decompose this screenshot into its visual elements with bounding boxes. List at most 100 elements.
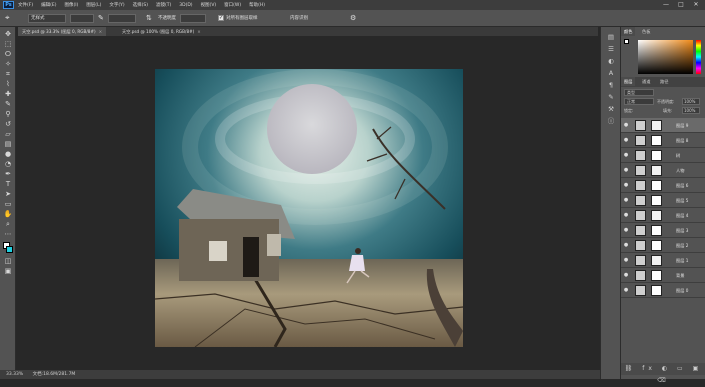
tab-channels[interactable]: 通道	[639, 77, 653, 86]
layer-row[interactable]: ● 图层 2	[621, 238, 705, 253]
minimize-button[interactable]: —	[660, 1, 672, 9]
layer-mask-thumbnail[interactable]	[651, 135, 662, 146]
background-color-swatch[interactable]	[6, 246, 13, 253]
menu-edit[interactable]: 编辑(E)	[41, 2, 56, 8]
pen-tool-icon[interactable]: ✒	[3, 170, 13, 179]
spot-heal-tool-icon[interactable]: ⌖	[5, 13, 10, 23]
menu-3d[interactable]: 3D(D)	[179, 3, 192, 8]
type-tool-icon[interactable]: T	[3, 180, 13, 189]
visibility-eye-icon[interactable]: ●	[623, 257, 629, 263]
tab-swatches[interactable]: 色板	[639, 27, 653, 36]
menu-select[interactable]: 选择(S)	[133, 2, 148, 8]
paragraph-panel-icon[interactable]: ¶	[606, 81, 616, 90]
brush-icon[interactable]: ✎	[98, 15, 104, 22]
visibility-eye-icon[interactable]: ●	[623, 272, 629, 278]
mode-field[interactable]	[108, 14, 136, 23]
layer-row[interactable]: ● 图层 5	[621, 193, 705, 208]
visibility-eye-icon[interactable]: ●	[623, 242, 629, 248]
style-select[interactable]: 无样式	[28, 14, 66, 23]
layer-mask-thumbnail[interactable]	[651, 210, 662, 221]
tab-layers[interactable]: 图层	[621, 77, 636, 86]
eyedropper-tool-icon[interactable]: ⌇	[3, 80, 13, 89]
menu-view[interactable]: 视图(V)	[201, 2, 217, 8]
maximize-button[interactable]: □	[675, 1, 687, 9]
brush-size-field[interactable]	[70, 14, 94, 23]
layer-row[interactable]: ● 图层 6	[621, 178, 705, 193]
adjustments-panel-icon[interactable]: ◐	[606, 57, 616, 66]
visibility-eye-icon[interactable]: ●	[623, 227, 629, 233]
pressure-icon[interactable]: ⚙	[350, 15, 356, 22]
layer-mask-thumbnail[interactable]	[651, 150, 662, 161]
move-tool-icon[interactable]: ✥	[3, 30, 13, 39]
visibility-eye-icon[interactable]: ●	[623, 197, 629, 203]
tab-document-2[interactable]: 天空.psd @ 100% (图层 0, RGB/8#) ×	[118, 27, 205, 36]
aligned-tool-icon[interactable]: ⇅	[146, 15, 152, 22]
healing-tool-icon[interactable]: ✚	[3, 90, 13, 99]
tab-close-icon[interactable]: ×	[99, 29, 103, 34]
menu-file[interactable]: 文件(F)	[18, 2, 33, 8]
layer-kind-filter[interactable]: 类型	[624, 89, 654, 96]
opacity-field[interactable]	[180, 14, 206, 23]
layer-mask-thumbnail[interactable]	[651, 255, 662, 266]
tab-color[interactable]: 颜色	[621, 27, 636, 36]
fg-color-chip[interactable]	[624, 39, 629, 44]
brush-tool-icon[interactable]: ✎	[3, 100, 13, 109]
character-panel-icon[interactable]: A	[606, 69, 616, 78]
history-brush-tool-icon[interactable]: ↺	[3, 120, 13, 129]
tab-paths[interactable]: 路径	[657, 77, 671, 86]
blur-tool-icon[interactable]: ●	[3, 150, 13, 159]
marquee-tool-icon[interactable]: ⬚	[3, 40, 13, 49]
color-picker-field[interactable]	[638, 40, 693, 74]
tab-close-icon[interactable]: ×	[197, 29, 201, 34]
menu-window[interactable]: 窗口(W)	[224, 2, 241, 8]
blend-mode-select[interactable]: 正常	[624, 98, 654, 105]
layer-row[interactable]: ● 人物	[621, 163, 705, 178]
layer-row[interactable]: ● 树	[621, 148, 705, 163]
menu-layer[interactable]: 图层(L)	[86, 2, 101, 8]
path-select-tool-icon[interactable]: ➤	[3, 190, 13, 199]
history-panel-icon[interactable]: ▤	[606, 33, 616, 42]
layer-mask-thumbnail[interactable]	[651, 120, 662, 131]
layers-footer-icons[interactable]: ⛓ fx ◐ ▭ ▣ ⌫	[621, 363, 705, 384]
gradient-tool-icon[interactable]: ▤	[3, 140, 13, 149]
layer-opacity-field[interactable]: 100%	[682, 98, 700, 105]
visibility-eye-icon[interactable]: ●	[623, 152, 629, 158]
layer-row[interactable]: ● 图层 3	[621, 223, 705, 238]
layer-row[interactable]: ● 图层 9	[621, 118, 705, 133]
layer-fill-field[interactable]: 100%	[682, 107, 700, 114]
shape-tool-icon[interactable]: ▭	[3, 200, 13, 209]
crop-tool-icon[interactable]: ⌗	[3, 70, 13, 79]
sample-all-checkbox[interactable]: ✓	[218, 15, 224, 21]
visibility-eye-icon[interactable]: ●	[623, 182, 629, 188]
layer-mask-thumbnail[interactable]	[651, 270, 662, 281]
properties-panel-icon[interactable]: ☰	[606, 45, 616, 54]
layer-mask-thumbnail[interactable]	[651, 285, 662, 296]
layer-mask-thumbnail[interactable]	[651, 240, 662, 251]
brush-panel-icon[interactable]: ✎	[606, 93, 616, 102]
menu-image[interactable]: 图像(I)	[64, 2, 78, 8]
visibility-eye-icon[interactable]: ●	[623, 167, 629, 173]
layer-row[interactable]: ● 图层 1	[621, 253, 705, 268]
hue-slider[interactable]	[696, 40, 701, 74]
dodge-tool-icon[interactable]: ◔	[3, 160, 13, 169]
document-canvas[interactable]	[155, 69, 463, 347]
screen-mode-icon[interactable]: ▣	[3, 267, 13, 276]
menu-filter[interactable]: 滤镜(T)	[156, 2, 171, 8]
visibility-eye-icon[interactable]: ●	[623, 212, 629, 218]
tool-preset-icon[interactable]: ⚒	[606, 105, 616, 114]
layer-row[interactable]: ● 图层 8	[621, 133, 705, 148]
layer-mask-thumbnail[interactable]	[651, 180, 662, 191]
layer-mask-thumbnail[interactable]	[651, 165, 662, 176]
tab-document-1[interactable]: 天空.psd @ 33.3% (图层 0, RGB/8#) ×	[18, 27, 107, 36]
layer-row[interactable]: ● 图层 4	[621, 208, 705, 223]
visibility-eye-icon[interactable]: ●	[623, 137, 629, 143]
zoom-tool-icon[interactable]: ⌕	[3, 220, 13, 229]
layer-row[interactable]: ● 背景	[621, 268, 705, 283]
visibility-eye-icon[interactable]: ●	[623, 287, 629, 293]
magic-wand-tool-icon[interactable]: ✧	[3, 60, 13, 69]
close-window-button[interactable]: ✕	[690, 1, 702, 9]
menu-help[interactable]: 帮助(H)	[249, 2, 265, 8]
layer-mask-thumbnail[interactable]	[651, 225, 662, 236]
lasso-tool-icon[interactable]: ⵔ	[3, 50, 13, 59]
info-panel-icon[interactable]: ⓘ	[606, 117, 616, 126]
